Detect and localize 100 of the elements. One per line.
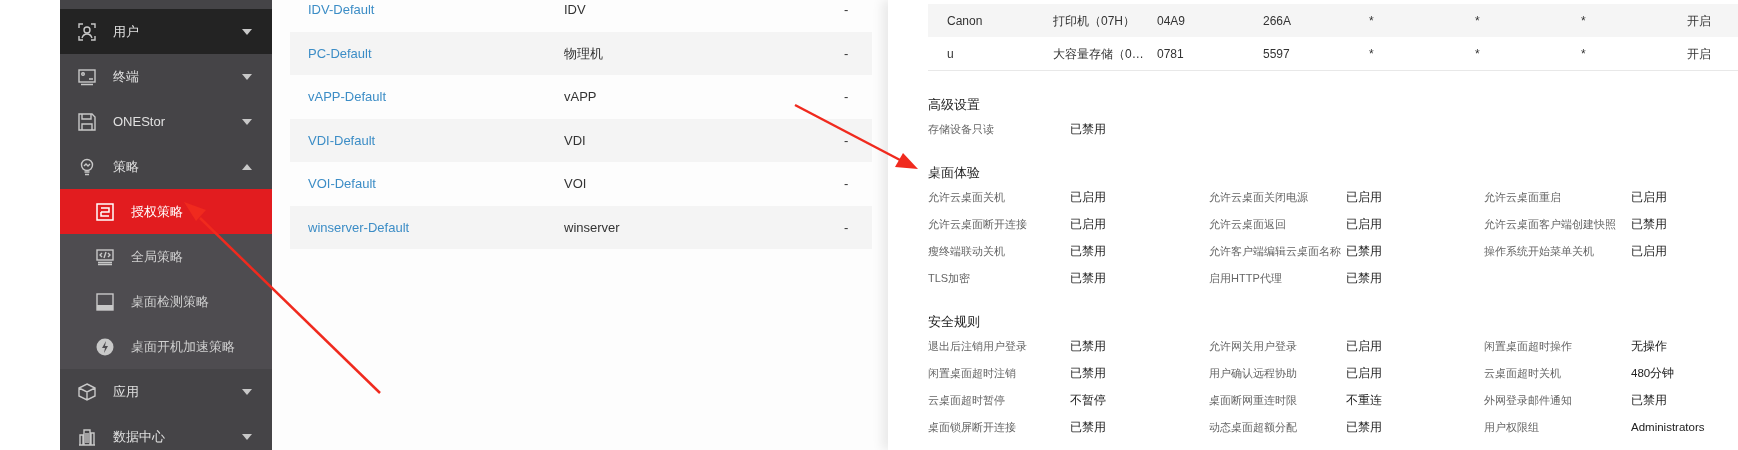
section-heading: 高级设置 <box>928 96 981 114</box>
setting-label: 允许云桌面断开连接 <box>928 217 1028 232</box>
table-cell-text: 大容量存储（0… <box>1053 45 1145 63</box>
sidebar-item[interactable]: 用户 <box>60 9 272 54</box>
building-icon <box>78 427 96 446</box>
setting-label: TLS加密 <box>928 271 972 286</box>
table-cell-text: * <box>1475 45 1481 63</box>
setting-label: 允许云桌面关闭电源 <box>1209 190 1309 205</box>
bulb-icon <box>78 157 96 176</box>
policy-link[interactable]: PC-Default <box>290 43 564 63</box>
setting-value: 已启用 <box>1631 244 1668 259</box>
setting-value: 已禁用 <box>1070 244 1107 259</box>
submenu-item[interactable]: 全局策略 <box>60 234 272 279</box>
setting-value: 不重连 <box>1346 393 1383 408</box>
cube-icon <box>78 382 96 401</box>
setting-label: 云桌面超时暂停 <box>928 393 1006 408</box>
sidebar-item[interactable]: ONEStor <box>60 99 272 144</box>
section-heading: 安全规则 <box>928 313 981 331</box>
sidebar-item[interactable]: 终端 <box>60 54 272 99</box>
monitor-icon <box>96 292 114 311</box>
setting-value: 已禁用 <box>1631 217 1668 232</box>
setting-value: 已启用 <box>1346 339 1383 354</box>
caret-down-icon <box>242 118 252 125</box>
table-cell-text: 5597 <box>1263 45 1291 63</box>
table-cell-text: Canon <box>947 12 984 30</box>
setting-value: 无操作 <box>1631 339 1668 354</box>
sidebar-item[interactable]: 策略 <box>60 144 272 189</box>
setting-value: 已启用 <box>1346 190 1383 205</box>
setting-label: 允许网关用户登录 <box>1209 339 1298 354</box>
setting-label: 用户权限组 <box>1484 420 1540 435</box>
setting-value: 480分钟 <box>1631 366 1676 381</box>
setting-label: 瘦终端联动关机 <box>928 244 1006 259</box>
table-cell-text: VDI <box>564 131 587 150</box>
table-cell-text: 物理机 <box>564 44 604 63</box>
setting-label: 桌面锁屏断开连接 <box>928 420 1017 435</box>
setting-label: 允许客户端编辑云桌面名称 <box>1209 244 1342 259</box>
setting-value: 已禁用 <box>1070 339 1107 354</box>
document-icon <box>96 202 114 221</box>
setting-label: 允许云桌面重启 <box>1484 190 1562 205</box>
setting-value: 已启用 <box>1346 217 1383 232</box>
setting-label: 退出后注销用户登录 <box>928 339 1028 354</box>
setting-label: 允许云桌面客户端创建快照 <box>1484 217 1617 232</box>
policy-link[interactable]: vAPP-Default <box>290 87 564 107</box>
table-cell-text: 266A <box>1263 12 1293 30</box>
sidebar-item[interactable]: 应用 <box>60 369 272 414</box>
table-cell-text: * <box>1581 45 1587 63</box>
table-cell-text: * <box>1581 12 1587 30</box>
setting-value: 已禁用 <box>1346 420 1383 435</box>
table-cell-text: 开启 <box>1687 45 1712 63</box>
table-cell-text: VOI <box>564 175 588 193</box>
setting-value: 已禁用 <box>1070 271 1107 286</box>
caret-down-icon <box>242 388 252 395</box>
caret-down-icon <box>242 28 252 35</box>
table-cell-text: - <box>844 88 849 106</box>
setting-label: 用户确认远程协助 <box>1209 366 1298 381</box>
setting-value: 已启用 <box>1346 366 1383 381</box>
table-cell-text: - <box>844 218 849 237</box>
table-cell-text: * <box>1369 12 1375 30</box>
setting-value: 已禁用 <box>1070 420 1107 435</box>
submenu-item[interactable]: 桌面检测策略 <box>60 279 272 324</box>
table-cell-text: - <box>844 1 849 19</box>
setting-value: 已禁用 <box>1631 393 1668 408</box>
setting-value: 已禁用 <box>1070 366 1107 381</box>
policy-link[interactable]: winserver-Default <box>290 217 564 237</box>
setting-label: 外网登录邮件通知 <box>1484 393 1573 408</box>
table-cell-text: vAPP <box>564 88 598 106</box>
table-cell-text: - <box>844 175 849 193</box>
setting-value: 已启用 <box>1631 190 1668 205</box>
submenu-item[interactable]: 桌面开机加速策略 <box>60 324 272 369</box>
setting-label: 动态桌面超额分配 <box>1209 420 1298 435</box>
setting-value: Administrators <box>1631 420 1706 435</box>
setting-value: 已启用 <box>1070 217 1107 232</box>
policy-link[interactable]: IDV-Default <box>290 0 564 20</box>
setting-label: 允许云桌面关机 <box>928 190 1006 205</box>
setting-value: 不暂停 <box>1070 393 1107 408</box>
setting-label: 闲置桌面超时注销 <box>928 366 1017 381</box>
setting-value: 已禁用 <box>1070 122 1107 137</box>
setting-label: 桌面断网重连时限 <box>1209 393 1298 408</box>
sidebar-item[interactable]: 数据中心 <box>60 414 272 450</box>
table-cell-text: - <box>844 44 849 63</box>
setting-label: 云桌面超时关机 <box>1484 366 1562 381</box>
lightning-icon <box>96 337 114 356</box>
table-cell-text: winserver <box>564 218 621 237</box>
table-cell-text: * <box>1475 12 1481 30</box>
setting-label: 启用HTTP代理 <box>1209 271 1283 286</box>
user-icon <box>78 22 96 41</box>
code-monitor-icon <box>96 247 114 266</box>
policy-link[interactable]: VOI-Default <box>290 174 564 194</box>
submenu-item[interactable]: 授权策略 <box>60 189 272 234</box>
caret-up-icon <box>242 163 252 170</box>
table-cell-text: 打印机（07H） <box>1053 12 1136 30</box>
policy-link[interactable]: VDI-Default <box>290 130 564 150</box>
table-cell-text: 开启 <box>1687 12 1712 30</box>
setting-value: 已禁用 <box>1346 271 1383 286</box>
setting-value: 已禁用 <box>1346 244 1383 259</box>
table-cell-text: IDV <box>564 1 587 19</box>
setting-label: 允许云桌面返回 <box>1209 217 1287 232</box>
monitor-icon <box>78 67 96 86</box>
section-heading: 桌面体验 <box>928 164 981 182</box>
setting-value: 已启用 <box>1070 190 1107 205</box>
